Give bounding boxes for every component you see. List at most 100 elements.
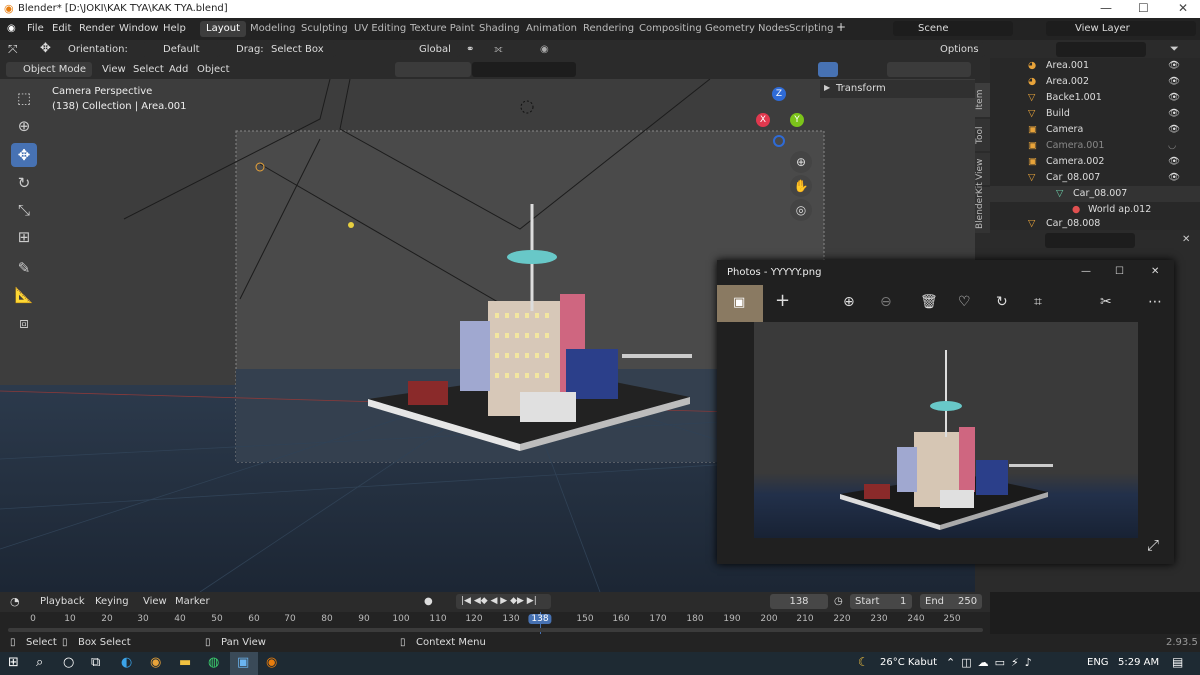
tab-view[interactable]: View (975, 153, 990, 185)
close-button[interactable]: ✕ (1178, 1, 1188, 15)
delete-icon[interactable]: 🗑 (920, 294, 938, 310)
outliner-row[interactable]: ▣ Camera.002 👁 (990, 154, 1200, 170)
cursor-tool-icon[interactable]: ⊕ (11, 114, 37, 138)
menu-select[interactable]: Select (133, 64, 164, 75)
outliner-row[interactable]: ▽ Backe1.001 👁 (990, 90, 1200, 106)
transform-panel-header[interactable]: ▶ Transform (820, 80, 975, 98)
tab-geometry-nodes[interactable]: Geometry Nodes (699, 21, 795, 37)
playhead[interactable]: 138 (528, 614, 552, 624)
tab-tool[interactable]: Tool (975, 119, 990, 151)
eye-hidden-icon[interactable]: ◡ (1168, 140, 1176, 151)
gizmo-neg-z-axis[interactable] (773, 135, 785, 147)
add-workspace-icon[interactable]: + (836, 20, 846, 34)
eye-icon[interactable]: 👁 (1168, 172, 1180, 183)
menu-render[interactable]: Render (79, 23, 115, 34)
maximize-button[interactable]: ☐ (1138, 1, 1149, 15)
menu-marker[interactable]: Marker (175, 596, 210, 607)
menu-view[interactable]: View (102, 64, 126, 75)
measure-tool-icon[interactable]: 📐 (11, 283, 37, 307)
proportional-edit-icon[interactable]: ◉ (540, 44, 549, 55)
file-explorer-icon[interactable]: ▬ (179, 655, 191, 670)
photos-close-button[interactable]: ✕ (1151, 266, 1159, 277)
annotate-tool-icon[interactable]: ✎ (11, 256, 37, 280)
outliner-row[interactable]: ◕ Area.001 👁 (990, 58, 1200, 74)
tab-layout[interactable]: Layout (200, 21, 246, 37)
viewport-search-input[interactable] (472, 62, 576, 77)
rotate-tool-icon[interactable]: ↻ (11, 171, 37, 195)
system-tray-icons[interactable]: ⌃◫☁▭⚡♪ (946, 656, 1038, 669)
notifications-icon[interactable]: ▤ (1172, 655, 1183, 669)
tab-texture-paint[interactable]: Texture Paint (404, 21, 481, 37)
timeline-scrollbar[interactable] (8, 628, 983, 632)
camera-view-icon[interactable]: ◎ (790, 199, 812, 221)
pan-hand-icon[interactable]: ✋ (790, 175, 812, 197)
more-options-icon[interactable]: ⋯ (1148, 294, 1162, 310)
zoom-in-icon[interactable]: ⊕ (843, 294, 855, 310)
end-frame-field[interactable]: End 250 (920, 594, 982, 609)
transform-tool-icon[interactable]: ⊞ (11, 225, 37, 249)
outliner-search-input[interactable] (1056, 42, 1146, 57)
outliner-row[interactable]: ▽ Car_08.007 (990, 186, 1200, 202)
windows-start-icon[interactable]: ⊞ (8, 655, 19, 670)
blender-menu-icon[interactable]: ◉ (7, 23, 16, 34)
select-mode-buttons[interactable] (395, 62, 471, 77)
move-tool-button[interactable]: ✥ (11, 143, 37, 167)
eye-icon[interactable]: 👁 (1168, 76, 1180, 87)
task-view-icon[interactable]: ⧉ (91, 655, 100, 670)
view-layer-selector[interactable]: View Layer (1046, 21, 1196, 36)
snap-transform-icon[interactable]: ⤧ (8, 42, 18, 57)
clock[interactable]: 5:29 AM (1118, 657, 1159, 668)
add-cube-tool-icon[interactable]: ⧈ (11, 311, 37, 335)
timeline[interactable]: 0 10 20 30 40 50 60 70 80 90 100 110 120… (0, 612, 990, 634)
edit-icon[interactable]: ✂ (1100, 294, 1112, 310)
weather-text[interactable]: 26°C Kabut (880, 657, 937, 668)
eye-icon[interactable]: 👁 (1168, 108, 1180, 119)
select-box-tool-icon[interactable]: ⬚ (11, 86, 37, 110)
zoom-out-icon[interactable]: ⊖ (880, 294, 892, 310)
weather-icon[interactable]: ☾ (858, 655, 869, 669)
edge-icon[interactable]: ◐ (121, 655, 132, 670)
eye-icon[interactable]: 👁 (1168, 92, 1180, 103)
rotate-icon[interactable]: ↻ (996, 294, 1008, 310)
favorite-icon[interactable]: ♡ (958, 294, 971, 310)
properties-search-input[interactable] (1045, 233, 1135, 248)
tab-uv-editing[interactable]: UV Editing (348, 21, 412, 37)
outliner-row[interactable]: ◕ Area.002 👁 (990, 74, 1200, 90)
pin-icon[interactable]: ✕ (1182, 234, 1190, 245)
scene-selector[interactable]: Scene (893, 21, 1013, 36)
gizmo-z-axis[interactable]: Z (772, 87, 786, 101)
outliner-row[interactable]: ▽ Car_08.007 👁 (990, 170, 1200, 186)
fullscreen-icon[interactable]: ⤢ (1147, 536, 1159, 554)
menu-help[interactable]: Help (163, 23, 186, 34)
photos-maximize-button[interactable]: ☐ (1115, 266, 1124, 277)
minimize-button[interactable]: — (1100, 1, 1112, 15)
outliner-row[interactable]: ▣ Camera 👁 (990, 122, 1200, 138)
photos-taskbar-button[interactable]: ▣ (230, 652, 258, 675)
menu-playback[interactable]: Playback (40, 596, 85, 607)
see-all-photos-button[interactable]: ▣ (717, 285, 763, 322)
photo-preview[interactable] (754, 322, 1138, 538)
clock-icon[interactable]: ◷ (834, 596, 843, 607)
tab-compositing[interactable]: Compositing (633, 21, 708, 37)
menu-edit[interactable]: Edit (52, 23, 71, 34)
pivot-icon[interactable]: ⚭ (466, 44, 474, 55)
language-indicator[interactable]: ENG (1087, 657, 1109, 668)
eye-icon[interactable]: 👁 (1168, 156, 1180, 167)
tab-item[interactable]: Item (975, 83, 990, 117)
gizmo-toggle[interactable] (818, 62, 838, 77)
crop-icon[interactable]: ⌗ (1034, 294, 1042, 310)
menu-view[interactable]: View (143, 596, 167, 607)
object-mode-dropdown[interactable]: Object Mode (6, 62, 92, 77)
eye-icon[interactable]: 👁 (1168, 60, 1180, 71)
tab-modeling[interactable]: Modeling (244, 21, 302, 37)
chrome-icon[interactable]: ◉ (150, 655, 161, 670)
gizmo-x-axis[interactable]: X (756, 113, 770, 127)
menu-keying[interactable]: Keying (95, 596, 129, 607)
record-icon[interactable]: ● (424, 596, 433, 607)
menu-file[interactable]: File (27, 23, 44, 34)
scale-tool-icon[interactable]: ⤡ (11, 198, 37, 222)
filter-icon[interactable]: ⏷ (1170, 42, 1179, 56)
whatsapp-icon[interactable]: ◍ (208, 655, 219, 670)
blender-taskbar-icon[interactable]: ◉ (266, 655, 277, 670)
drag-dropdown[interactable]: Select Box (266, 42, 336, 57)
